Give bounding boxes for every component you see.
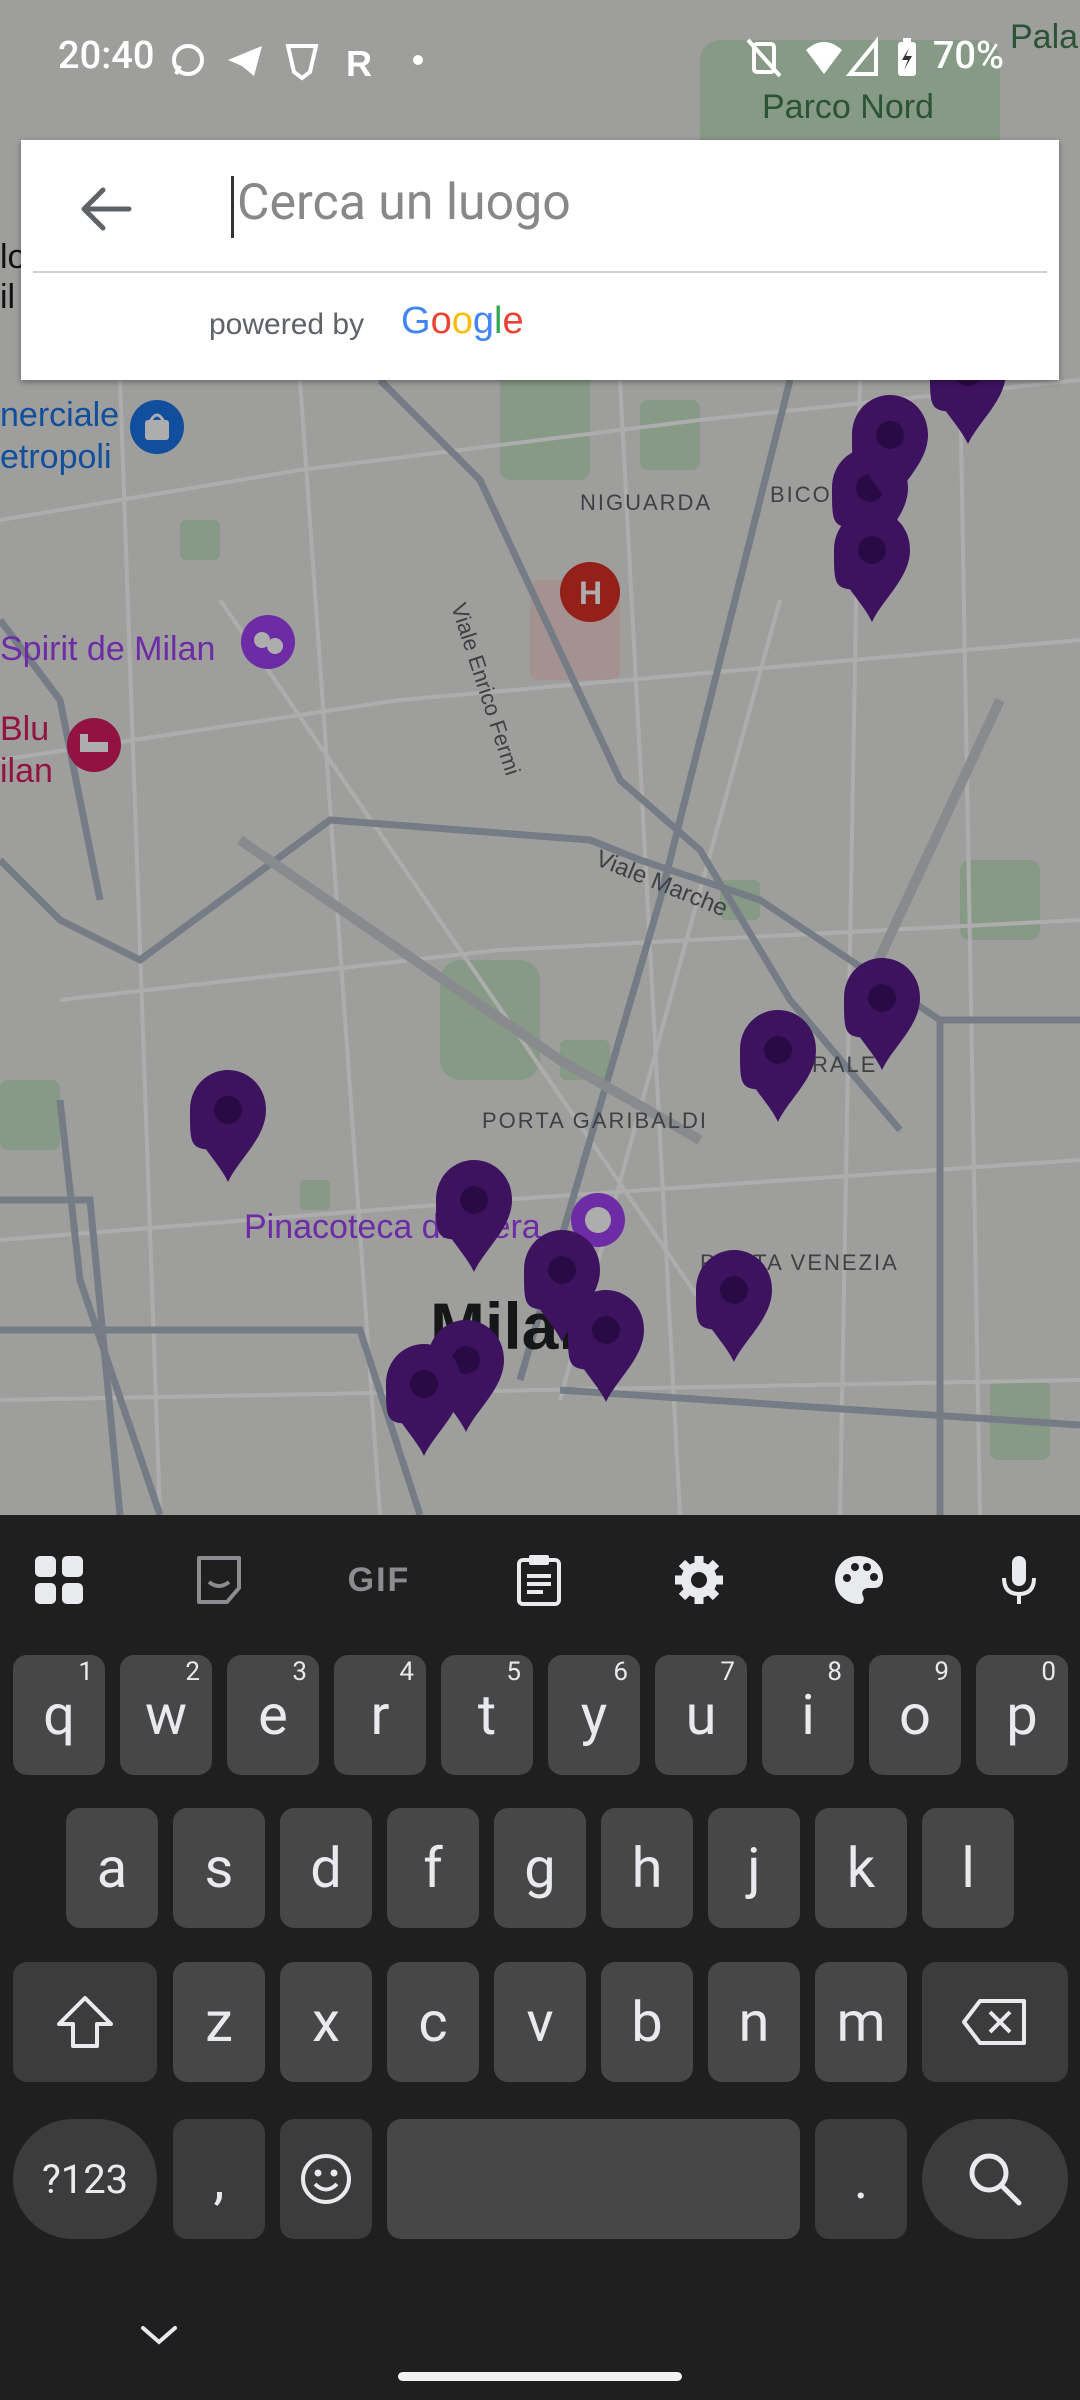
key-a[interactable]: a <box>66 1808 158 1928</box>
google-logo-letter: G <box>401 300 431 342</box>
key-z[interactable]: z <box>173 1962 265 2082</box>
key-i[interactable]: i8 <box>762 1655 854 1775</box>
google-logo-letter: o <box>430 300 452 342</box>
powered-by-label: powered by <box>209 308 365 341</box>
map-marker[interactable] <box>568 1290 644 1402</box>
theme-button[interactable] <box>814 1535 904 1625</box>
map-marker[interactable] <box>740 1010 816 1122</box>
map-marker[interactable] <box>386 1344 462 1456</box>
status-notification-icons: R <box>172 43 423 82</box>
emoji-key[interactable] <box>280 2119 372 2239</box>
signal-icon <box>845 36 878 76</box>
status-system-icons <box>746 36 916 78</box>
back-button[interactable] <box>71 174 141 244</box>
map-marker[interactable] <box>696 1250 772 1362</box>
apps-grid-button[interactable] <box>14 1535 104 1625</box>
key-q[interactable]: q1 <box>13 1655 105 1775</box>
vibrate-off-icon <box>746 38 782 78</box>
telegram-icon <box>228 46 262 76</box>
dot-icon <box>413 55 423 65</box>
search-action-key[interactable] <box>922 2119 1068 2239</box>
vpn-shield-icon <box>285 44 319 81</box>
google-logo-letter: e <box>502 300 524 342</box>
key-k[interactable]: k <box>815 1808 907 1928</box>
space-key[interactable] <box>387 2119 800 2239</box>
shift-key[interactable] <box>13 1962 157 2082</box>
map-marker[interactable] <box>190 1070 266 1182</box>
shift-arrow-icon <box>57 1996 113 2048</box>
emoji-icon <box>301 2154 351 2204</box>
key-t[interactable]: t5 <box>441 1655 533 1775</box>
key-s[interactable]: s <box>173 1808 265 1928</box>
key-o[interactable]: o9 <box>869 1655 961 1775</box>
key-c[interactable]: c <box>387 1962 479 2082</box>
sticker-button[interactable] <box>174 1535 264 1625</box>
search-icon <box>969 2153 1022 2206</box>
key-f[interactable]: f <box>387 1808 479 1928</box>
key-v[interactable]: v <box>494 1962 586 2082</box>
voice-input-button[interactable] <box>974 1535 1064 1625</box>
map-marker[interactable] <box>834 510 910 622</box>
key-b[interactable]: b <box>601 1962 693 2082</box>
key-w[interactable]: w2 <box>120 1655 212 1775</box>
key-l[interactable]: l <box>922 1808 1014 1928</box>
map-marker[interactable] <box>844 958 920 1070</box>
key-x[interactable]: x <box>280 1962 372 2082</box>
svg-text:R: R <box>346 43 372 82</box>
apps-grid-icon <box>35 1556 83 1604</box>
key-y[interactable]: y6 <box>548 1655 640 1775</box>
mic-icon <box>1002 1556 1036 1604</box>
key-g[interactable]: g <box>494 1808 586 1928</box>
palette-icon <box>835 1556 883 1604</box>
key-r[interactable]: r4 <box>334 1655 426 1775</box>
key-e[interactable]: e3 <box>227 1655 319 1775</box>
status-bar: 20:40 R 70% <box>0 0 1080 115</box>
r-app-icon: R <box>346 43 372 82</box>
backspace-icon <box>962 1999 1026 2045</box>
battery-percentage: 70% <box>932 34 1004 78</box>
divider <box>33 271 1047 273</box>
search-placeholder: Cerca un luogo <box>237 174 571 232</box>
google-logo-letter: g <box>472 300 494 342</box>
key-d[interactable]: d <box>280 1808 372 1928</box>
soft-keyboard: GIF q1 w2 e3 r4 t5 y6 u7 i8 o9 p 0 a s d… <box>0 1515 1080 2400</box>
text-cursor <box>231 176 234 238</box>
symbols-key[interactable]: ?123 <box>13 2119 157 2239</box>
gif-button[interactable]: GIF <box>334 1535 424 1625</box>
keyboard-collapse-icon[interactable] <box>137 2320 181 2350</box>
key-j[interactable]: j <box>708 1808 800 1928</box>
google-logo-letter: o <box>451 300 473 342</box>
map-marker[interactable] <box>436 1160 512 1272</box>
key-n[interactable]: n <box>708 1962 800 2082</box>
gif-label: GIF <box>347 1560 411 1599</box>
clipboard-button[interactable] <box>494 1535 584 1625</box>
arrow-back-icon <box>81 187 132 231</box>
status-time: 20:40 <box>58 34 155 78</box>
google-logo: Google <box>401 300 524 343</box>
sticker-icon <box>197 1556 241 1604</box>
clipboard-icon <box>517 1555 561 1606</box>
place-search-card: Cerca un luogo powered by Google <box>21 140 1059 380</box>
whatsapp-icon <box>172 44 204 76</box>
backspace-key[interactable] <box>922 1962 1068 2082</box>
key-u[interactable]: u7 <box>655 1655 747 1775</box>
key-p[interactable]: p0 <box>976 1655 1068 1775</box>
key-m[interactable]: m <box>815 1962 907 2082</box>
gesture-navigation-bar[interactable] <box>398 2372 682 2381</box>
key-h[interactable]: h <box>601 1808 693 1928</box>
battery-charging-icon <box>898 38 916 76</box>
search-input[interactable]: Cerca un luogo <box>209 170 1009 250</box>
gear-icon <box>675 1556 723 1604</box>
comma-key[interactable]: , <box>173 2119 265 2239</box>
period-key[interactable]: . <box>815 2119 907 2239</box>
settings-button[interactable] <box>654 1535 744 1625</box>
wifi-icon <box>806 42 842 74</box>
